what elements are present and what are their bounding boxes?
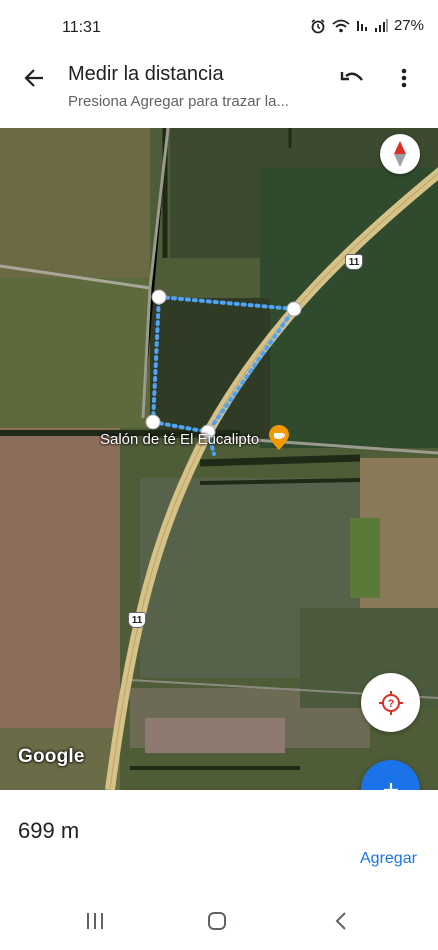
more-options-button[interactable] [388, 62, 420, 94]
alarm-icon [311, 18, 325, 33]
route-shield: 11 [128, 612, 146, 628]
recents-icon [87, 913, 103, 929]
add-button[interactable]: Agregar [360, 850, 417, 868]
google-logo: Google [18, 746, 85, 767]
undo-button[interactable] [336, 62, 370, 94]
measurement-panel: 699 m Agregar [0, 790, 438, 888]
back-arrow-icon [24, 69, 43, 87]
tea-house-pin-icon[interactable] [268, 425, 290, 451]
system-nav-bar [0, 888, 438, 950]
route-shield: 11 [345, 254, 363, 270]
app-bar: Medir la distancia Presiona Agregar para… [0, 56, 438, 128]
svg-text:?: ? [387, 698, 394, 710]
compass-icon [394, 141, 406, 167]
undo-icon [340, 72, 363, 81]
battery-percentage: 27% [393, 17, 424, 34]
location-help-icon: ? [378, 690, 403, 715]
wifi-icon [332, 19, 350, 32]
signal-icon [374, 18, 388, 32]
status-time: 11:31 [62, 19, 101, 36]
map-view[interactable]: 11 11 Salón de té El Eucalipto Google ? [0, 128, 438, 790]
page-title: Medir la distancia [68, 63, 224, 85]
recents-button[interactable] [80, 910, 110, 932]
status-bar: 11:31 27% [0, 0, 438, 56]
status-icons: 27% [310, 17, 424, 34]
place-label[interactable]: Salón de té El Eucalipto [100, 431, 259, 448]
plus-icon [383, 782, 398, 790]
home-icon [208, 912, 226, 930]
back-nav-button[interactable] [326, 910, 356, 932]
back-button[interactable] [18, 62, 50, 94]
more-vert-icon [401, 68, 407, 88]
page-subtitle: Presiona Agregar para trazar la... [68, 93, 289, 110]
home-button[interactable] [202, 910, 232, 932]
total-distance: 699 m [18, 818, 80, 843]
my-location-button[interactable]: ? [361, 673, 420, 732]
lte-icon [356, 20, 367, 31]
compass-button[interactable] [380, 134, 420, 174]
back-icon [335, 912, 346, 930]
